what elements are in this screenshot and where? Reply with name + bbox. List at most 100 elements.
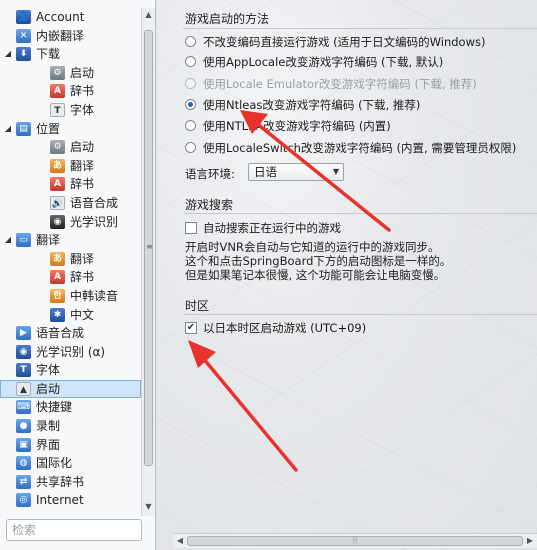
sidebar-item-label: Account xyxy=(36,10,85,24)
speech-icon: ▶ xyxy=(16,326,31,341)
launch-method-radio[interactable] xyxy=(185,99,196,110)
sidebar-item-label: 辞书 xyxy=(70,177,95,192)
language-value: 日语 xyxy=(254,165,277,179)
sidebar-item[interactable]: あ翻译 xyxy=(0,157,141,176)
sidebar-item-label: 国际化 xyxy=(36,456,73,471)
sidebar-item[interactable]: 한 中韩读音 xyxy=(0,287,141,306)
user-icon: 👤 xyxy=(16,10,31,24)
internet-icon: ◎ xyxy=(16,493,31,508)
translate-icon: ▭ xyxy=(16,233,31,248)
scroll-left-icon[interactable]: ◀ xyxy=(175,535,185,547)
location-icon: ▤ xyxy=(16,121,31,136)
scroll-up-icon[interactable]: ▲ xyxy=(144,10,153,20)
sidebar-item[interactable]: T 字体 xyxy=(0,361,141,380)
speaker-icon: 🔊 xyxy=(50,195,65,210)
sidebar-item[interactable]: ⇄ 共享辞书 xyxy=(0,473,141,492)
sidebar-item-label: 语音合成 xyxy=(70,195,119,210)
globe-icon: ◍ xyxy=(16,456,31,471)
sidebar-item[interactable]: 🔊 语音合成 xyxy=(0,194,141,213)
sidebar-scrollbar[interactable]: ▲ ≡ ▼ xyxy=(141,8,155,516)
section-divider xyxy=(183,28,537,29)
sidebar-item[interactable]: ⌨ 快捷键 xyxy=(0,398,141,417)
launch-method-radio[interactable] xyxy=(185,120,196,131)
sidebar-item-label: 翻译 xyxy=(70,158,95,173)
sidebar-item-label: 字体 xyxy=(36,363,61,378)
auto-search-checkbox[interactable] xyxy=(185,222,197,234)
sidebar-item[interactable]: あ翻译 xyxy=(0,250,141,269)
settings-tree: 👤 Account ✕ 内嵌翻译 ◢ ⬇ 下载 ⚙ 启动 A 辞书 T 字体 ◢ ▤ 位置 ⚙ 启动あ翻译 A 辞书 🔊… xyxy=(0,8,141,516)
gear-icon: ⚙ xyxy=(50,140,65,155)
sidebar-item[interactable]: ◎ Internet xyxy=(0,491,141,510)
grip-icon: ⦙⦙⦙ xyxy=(352,536,358,545)
language-select[interactable]: 日语 ▼ xyxy=(248,163,344,181)
launch-method-radio[interactable] xyxy=(185,142,196,153)
sidebar-search-input[interactable] xyxy=(6,519,142,541)
expand-arrow-icon[interactable]: ◢ xyxy=(2,120,14,139)
sidebar-item[interactable]: 👤 Account xyxy=(0,8,141,27)
ocr-icon: ◉ xyxy=(50,214,65,229)
sidebar-item-label: 光学识别 xyxy=(70,214,119,229)
sidebar-item-label: 字体 xyxy=(70,102,95,117)
sidebar-item[interactable]: T 字体 xyxy=(0,101,141,120)
sidebar-item[interactable]: A 辞书 xyxy=(0,175,141,194)
sidebar-item-label: 启动 xyxy=(70,140,95,155)
timezone-section-title: 时区 xyxy=(185,299,210,313)
sidebar-item[interactable]: ◢ ▤ 位置 xyxy=(0,120,141,139)
sidebar-item-label: 共享辞书 xyxy=(36,474,85,489)
sidebar-item[interactable]: A 辞书 xyxy=(0,268,141,287)
settings-content: 游戏启动的方法 不改变编码直接运行游戏 (适用于日文编码的Windows) 使用A… xyxy=(157,0,537,550)
gear-icon: ⚙ xyxy=(50,65,65,80)
sidebar-item-label: 内嵌翻译 xyxy=(36,28,85,43)
sidebar-item[interactable]: ▶ 语音合成 xyxy=(0,324,141,343)
launch-method-label: 使用Ntleas改变游戏字符编码 (下载, 推荐) xyxy=(203,98,421,112)
scroll-down-icon[interactable]: ▼ xyxy=(144,502,153,512)
japan-timezone-checkbox[interactable]: ✔ xyxy=(185,322,197,334)
launch-method-radio[interactable] xyxy=(185,36,196,47)
share-icon: ⇄ xyxy=(16,474,31,489)
sidebar-item-label: 启动 xyxy=(70,65,95,80)
sidebar-item[interactable]: ◍ 国际化 xyxy=(0,454,141,473)
sidebar-item[interactable]: A 辞书 xyxy=(0,82,141,101)
chevron-down-icon: ▼ xyxy=(332,167,339,176)
settings-sidebar: 👤 Account ✕ 内嵌翻译 ◢ ⬇ 下载 ⚙ 启动 A 辞书 T 字体 ◢ ▤ 位置 ⚙ 启动あ翻译 A 辞书 🔊… xyxy=(0,0,156,550)
sidebar-item-label: 中文 xyxy=(70,307,95,322)
sidebar-item[interactable]: ✕ 内嵌翻译 xyxy=(0,27,141,46)
expand-arrow-icon[interactable]: ◢ xyxy=(2,45,14,64)
sidebar-item[interactable]: ⚙ 启动 xyxy=(0,138,141,157)
sidebar-item[interactable]: ◉ 光学识别 (α) xyxy=(0,343,141,362)
launch-method-label: 使用LocaleSwitch改变游戏字符编码 (内置, 需要管理员权限) xyxy=(203,141,517,155)
sidebar-item[interactable]: ◢ ▭ 翻译 xyxy=(0,231,141,250)
content-horizontal-scrollbar[interactable]: ◀ ⦙⦙⦙ ▶ xyxy=(173,533,537,548)
sidebar-scroll-thumb[interactable]: ≡ xyxy=(144,30,153,466)
horizontal-scroll-thumb[interactable]: ⦙⦙⦙ xyxy=(187,536,523,546)
sidebar-item[interactable]: ▣ 界面 xyxy=(0,436,141,455)
launch-method-radio[interactable] xyxy=(185,56,196,67)
sidebar-item-label: 语音合成 xyxy=(36,326,85,341)
launch-method-label: 使用NTLEA改变游戏字符编码 (内置) xyxy=(203,119,391,133)
sidebar-item[interactable]: ✱ 中文 xyxy=(0,306,141,325)
game-search-section-title: 游戏搜索 xyxy=(185,198,234,212)
scroll-right-icon[interactable]: ▶ xyxy=(525,535,535,547)
sidebar-item-label: 中韩读音 xyxy=(70,288,119,303)
sidebar-item-label: 辞书 xyxy=(70,84,95,99)
sidebar-item[interactable]: ◉ 光学识别 xyxy=(0,213,141,232)
launch-section-title: 游戏启动的方法 xyxy=(185,12,270,26)
sidebar-item[interactable]: ● 录制 xyxy=(0,417,141,436)
sidebar-item-label: 录制 xyxy=(36,419,61,434)
sidebar-item-label: 翻译 xyxy=(70,251,95,266)
sidebar-item-label: Internet xyxy=(36,493,84,508)
sidebar-item[interactable]: ◢ ⬇ 下载 xyxy=(0,45,141,64)
launch-method-label: 使用AppLocale改变游戏字符编码 (下载, 默认) xyxy=(203,55,444,69)
auto-search-label: 自动搜索正在运行中的游戏 xyxy=(203,221,341,235)
keyboard-icon: ⌨ xyxy=(16,400,31,415)
japan-timezone-label: 以日本时区启动游戏 (UTC+09) xyxy=(203,321,367,335)
search-description-line: 开启时VNR会自动与它知道的运行中的游戏同步。 xyxy=(185,240,440,254)
sidebar-item-label: 辞书 xyxy=(70,270,95,285)
record-icon: ● xyxy=(16,419,31,434)
translate-icon: あ xyxy=(50,251,65,266)
sidebar-item-label: 启动 xyxy=(36,381,61,396)
section-divider xyxy=(183,314,537,315)
expand-arrow-icon[interactable]: ◢ xyxy=(2,231,14,250)
sidebar-item[interactable]: ⚙ 启动 xyxy=(0,64,141,83)
sidebar-item[interactable]: ▲ 启动 xyxy=(0,379,141,399)
